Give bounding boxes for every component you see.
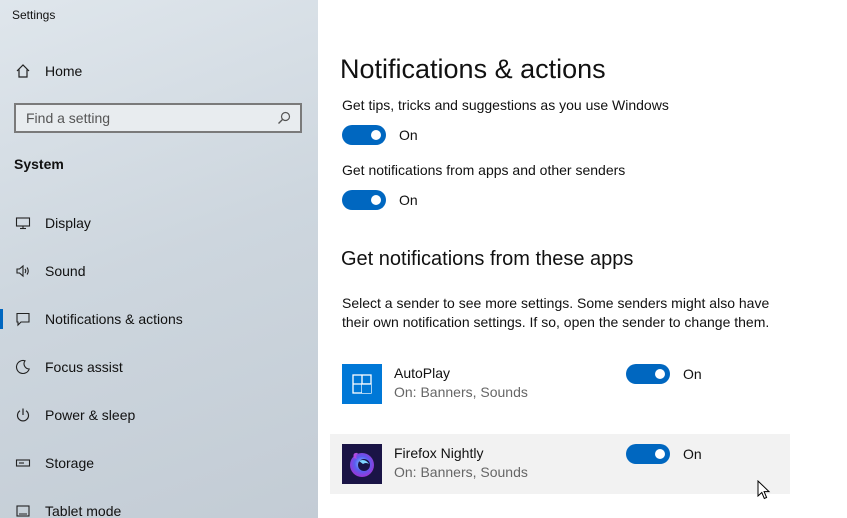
setting-notifications-toggle-row: On — [342, 190, 418, 210]
section-label-system: System — [14, 156, 64, 172]
power-icon — [14, 406, 32, 424]
firefox-nightly-icon — [342, 444, 382, 484]
tips-toggle[interactable] — [342, 125, 386, 145]
app-row-autoplay[interactable]: AutoPlay On: Banners, Sounds On — [330, 354, 790, 414]
sidebar-item-label: Display — [45, 215, 91, 231]
main-content: Notifications & actions Get tips, tricks… — [318, 0, 847, 518]
sidebar: Settings Home System Display Sound Notif… — [0, 0, 318, 518]
app-toggle-row: On — [626, 364, 702, 384]
page-title: Notifications & actions — [340, 54, 606, 84]
app-name: Firefox Nightly — [394, 445, 484, 461]
sidebar-item-home[interactable]: Home — [0, 51, 318, 91]
notifications-icon — [14, 310, 32, 328]
apps-description: Select a sender to see more settings. So… — [342, 295, 770, 330]
apps-heading: Get notifications from these apps — [341, 248, 634, 270]
app-subtitle: On: Banners, Sounds — [394, 384, 528, 400]
focus-assist-icon — [14, 358, 32, 376]
window-title: Settings — [12, 8, 56, 22]
setting-notifications-label: Get notifications from apps and other se… — [342, 162, 626, 178]
storage-icon — [14, 454, 32, 472]
firefox-nightly-toggle[interactable] — [626, 444, 670, 464]
toggle-state: On — [399, 127, 418, 143]
sidebar-item-focus-assist[interactable]: Focus assist — [0, 347, 318, 387]
tablet-icon — [14, 502, 32, 518]
sidebar-item-display[interactable]: Display — [0, 203, 318, 243]
sidebar-item-tablet-mode[interactable]: Tablet mode — [0, 491, 318, 518]
autoplay-icon — [342, 364, 382, 404]
sidebar-item-notifications[interactable]: Notifications & actions — [0, 299, 318, 339]
app-subtitle: On: Banners, Sounds — [394, 464, 528, 480]
sidebar-item-label: Power & sleep — [45, 407, 136, 423]
sidebar-item-label: Home — [45, 63, 83, 79]
app-name: AutoPlay — [394, 365, 451, 381]
setting-tips-toggle-row: On — [342, 125, 418, 145]
toggle-knob — [655, 369, 665, 379]
toggle-knob — [655, 449, 665, 459]
app-toggle-row: On — [626, 444, 702, 464]
autoplay-toggle[interactable] — [626, 364, 670, 384]
home-icon — [14, 62, 32, 80]
sidebar-item-sound[interactable]: Sound — [0, 251, 318, 291]
toggle-knob — [371, 195, 381, 205]
sidebar-item-power-sleep[interactable]: Power & sleep — [0, 395, 318, 435]
search-box — [14, 103, 302, 133]
display-icon — [14, 214, 32, 232]
setting-tips-label: Get tips, tricks and suggestions as you … — [342, 97, 669, 113]
sidebar-item-label: Storage — [45, 455, 95, 471]
toggle-state: On — [683, 446, 702, 462]
mouse-cursor-icon — [757, 480, 771, 500]
sidebar-item-label: Focus assist — [45, 359, 123, 375]
search-input[interactable] — [16, 105, 276, 131]
toggle-state: On — [399, 192, 418, 208]
notifications-toggle[interactable] — [342, 190, 386, 210]
sidebar-item-storage[interactable]: Storage — [0, 443, 318, 483]
sidebar-item-label: Tablet mode — [45, 503, 122, 518]
app-row-firefox-nightly[interactable]: Firefox Nightly On: Banners, Sounds On — [330, 434, 790, 494]
toggle-knob — [371, 130, 381, 140]
search-icon[interactable] — [276, 110, 292, 126]
sidebar-item-label: Notifications & actions — [45, 311, 183, 327]
toggle-state: On — [683, 366, 702, 382]
sound-icon — [14, 262, 32, 280]
sidebar-item-label: Sound — [45, 263, 86, 279]
